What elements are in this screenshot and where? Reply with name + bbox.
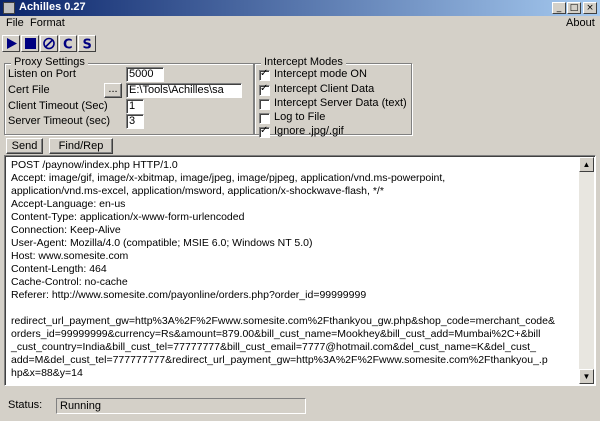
server-timeout-label: Server Timeout (sec)	[8, 115, 111, 127]
s-glyph: S	[83, 38, 92, 51]
status-field: Running	[56, 398, 306, 414]
no-button[interactable]	[40, 35, 58, 52]
cert-file-input[interactable]: E:\Tools\Achilles\sa	[126, 83, 242, 98]
intercept-option-checkbox[interactable]: ✓	[259, 83, 270, 96]
window-title: Achilles 0.27	[19, 1, 86, 13]
app-window: Achilles 0.27 _ □ × File Format About C …	[0, 0, 600, 421]
intercept-option-checkbox[interactable]: ✓	[259, 68, 270, 81]
app-icon	[3, 2, 15, 14]
s-button[interactable]: S	[78, 35, 96, 52]
status-label: Status:	[8, 399, 43, 411]
c-glyph: C	[63, 38, 73, 51]
intercept-option-checkbox[interactable]	[259, 113, 270, 124]
server-timeout-input[interactable]: 3	[126, 114, 144, 129]
listen-port-input[interactable]: 5000	[126, 67, 164, 82]
close-button[interactable]: ×	[583, 2, 597, 14]
intercept-option-label[interactable]: Intercept mode ON	[274, 68, 367, 80]
intercept-modes-legend: Intercept Modes	[261, 56, 346, 68]
menu-file[interactable]: File	[6, 17, 24, 29]
c-icon: C	[63, 38, 73, 51]
s-icon: S	[83, 38, 92, 51]
play-icon	[7, 38, 17, 49]
client-timeout-input[interactable]: 1	[126, 99, 144, 114]
menu-format[interactable]: Format	[30, 17, 65, 29]
minimize-button[interactable]: _	[552, 2, 566, 14]
cert-browse-button[interactable]: ...	[104, 83, 122, 98]
check-icon: ✓	[260, 125, 269, 136]
check-icon: ✓	[260, 68, 269, 79]
maximize-button[interactable]: □	[567, 2, 581, 14]
listen-port-label: Listen on Port	[8, 68, 76, 80]
intercept-option-checkbox[interactable]	[259, 99, 270, 110]
stop-icon	[25, 38, 36, 49]
find-replace-button[interactable]: Find/Rep	[49, 138, 113, 154]
request-text[interactable]: POST /paynow/index.php HTTP/1.0 Accept: …	[11, 159, 581, 380]
check-icon: ✓	[260, 83, 269, 94]
proxy-settings-legend: Proxy Settings	[11, 56, 88, 68]
send-button[interactable]: Send	[6, 138, 43, 154]
vertical-scrollbar[interactable]: ▲ ▼	[579, 157, 594, 384]
no-icon	[43, 37, 55, 50]
intercept-option-label[interactable]: Intercept Server Data (text)	[274, 97, 407, 109]
status-bar: Status: Running	[0, 392, 600, 421]
c-button[interactable]: C	[59, 35, 77, 52]
play-button[interactable]	[2, 35, 20, 52]
scroll-up-button[interactable]: ▲	[579, 157, 594, 172]
client-timeout-label: Client Timeout (Sec)	[8, 100, 108, 112]
scroll-down-button[interactable]: ▼	[579, 369, 594, 384]
intercept-option-label[interactable]: Log to File	[274, 111, 325, 123]
toolbar: C S	[0, 33, 600, 53]
intercept-option-label[interactable]: Ignore .jpg/.gif	[274, 125, 344, 137]
intercept-option-checkbox[interactable]: ✓	[259, 125, 270, 138]
stop-button[interactable]	[21, 35, 39, 52]
cert-file-label: Cert File	[8, 84, 50, 96]
menu-bar: File Format About	[0, 16, 600, 31]
request-textarea[interactable]: POST /paynow/index.php HTTP/1.0 Accept: …	[4, 155, 596, 386]
title-bar[interactable]: Achilles 0.27 _ □ ×	[0, 0, 600, 16]
intercept-option-label[interactable]: Intercept Client Data	[274, 83, 374, 95]
menu-about[interactable]: About	[566, 17, 595, 29]
